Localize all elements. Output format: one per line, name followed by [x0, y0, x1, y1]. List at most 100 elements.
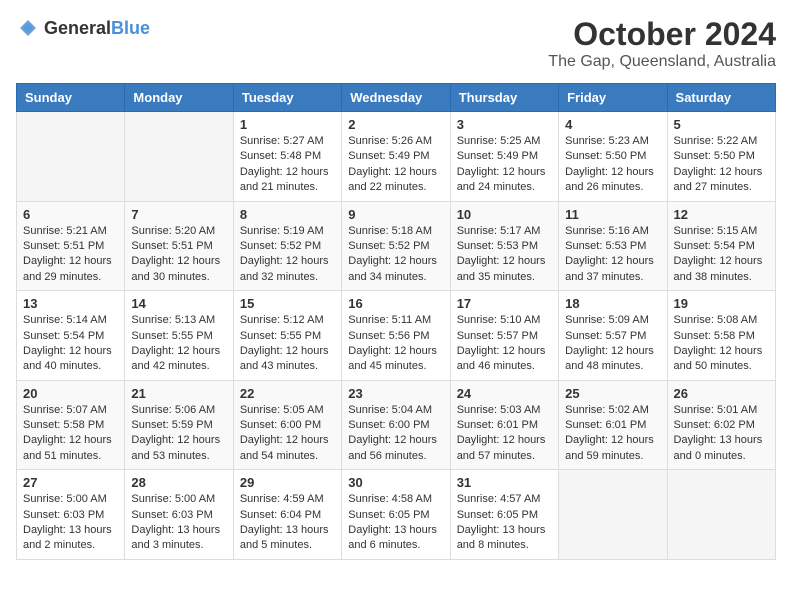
day-info: Sunrise: 5:11 AM Sunset: 5:56 PM Dayligh… — [348, 313, 443, 375]
calendar-cell: 21 Sunrise: 5:06 AM Sunset: 5:59 PM Dayli… — [125, 380, 233, 470]
day-number: 15 — [240, 296, 335, 311]
calendar-cell: 5 Sunrise: 5:22 AM Sunset: 5:50 PM Daylig… — [667, 112, 775, 202]
calendar-cell: 18 Sunrise: 5:09 AM Sunset: 5:57 PM Dayli… — [559, 291, 667, 381]
calendar-cell: 28 Sunrise: 5:00 AM Sunset: 6:03 PM Dayli… — [125, 470, 233, 560]
day-info: Sunrise: 5:27 AM Sunset: 5:48 PM Dayligh… — [240, 134, 335, 196]
calendar-cell: 7Sunrise: 5:20 AM Sunset: 5:51 PM Daylig… — [125, 201, 233, 291]
column-header-thursday: Thursday — [450, 84, 558, 112]
calendar-cell: 13 Sunrise: 5:14 AM Sunset: 5:54 PM Dayli… — [17, 291, 125, 381]
calendar-table: SundayMondayTuesdayWednesdayThursdayFrid… — [16, 83, 776, 560]
calendar-cell: 16 Sunrise: 5:11 AM Sunset: 5:56 PM Dayli… — [342, 291, 450, 381]
calendar-cell: 9 Sunrise: 5:18 AM Sunset: 5:52 PM Daylig… — [342, 201, 450, 291]
location-title: The Gap, Queensland, Australia — [548, 53, 776, 71]
day-number: 20 — [23, 386, 118, 401]
logo-icon — [16, 16, 40, 40]
day-info: Sunrise: 5:03 AM Sunset: 6:01 PM Dayligh… — [457, 403, 552, 465]
day-number: 17 — [457, 296, 552, 311]
day-info: Sunrise: 5:09 AM Sunset: 5:57 PM Dayligh… — [565, 313, 660, 375]
logo: GeneralBlue — [16, 16, 150, 40]
calendar-cell: 12Sunrise: 5:15 AM Sunset: 5:54 PM Dayli… — [667, 201, 775, 291]
calendar-cell: 1 Sunrise: 5:27 AM Sunset: 5:48 PM Daylig… — [233, 112, 341, 202]
title-block: October 2024 The Gap, Queensland, Austra… — [548, 16, 776, 71]
day-number: 4 — [565, 117, 660, 132]
day-info: Sunrise: 5:01 AM Sunset: 6:02 PM Dayligh… — [674, 403, 769, 465]
day-info: Sunrise: 5:10 AM Sunset: 5:57 PM Dayligh… — [457, 313, 552, 375]
calendar-cell: 29 Sunrise: 4:59 AM Sunset: 6:04 PM Dayli… — [233, 470, 341, 560]
day-number: 28 — [131, 475, 226, 490]
day-number: 1 — [240, 117, 335, 132]
day-number: 10 — [457, 207, 552, 222]
day-info: Sunrise: 5:00 AM Sunset: 6:03 PM Dayligh… — [131, 492, 226, 554]
day-number: 16 — [348, 296, 443, 311]
day-info: Sunrise: 5:26 AM Sunset: 5:49 PM Dayligh… — [348, 134, 443, 196]
day-number: 3 — [457, 117, 552, 132]
day-info: Sunrise: 5:02 AM Sunset: 6:01 PM Dayligh… — [565, 403, 660, 465]
day-number: 30 — [348, 475, 443, 490]
day-info: Sunrise: 5:15 AM Sunset: 5:54 PM Dayligh… — [674, 224, 769, 286]
column-header-tuesday: Tuesday — [233, 84, 341, 112]
day-number: 22 — [240, 386, 335, 401]
calendar-cell: 27Sunrise: 5:00 AM Sunset: 6:03 PM Dayli… — [17, 470, 125, 560]
day-number: 6 — [23, 207, 118, 222]
calendar-cell: 17 Sunrise: 5:10 AM Sunset: 5:57 PM Dayli… — [450, 291, 558, 381]
column-header-saturday: Saturday — [667, 84, 775, 112]
day-number: 11 — [565, 207, 660, 222]
day-number: 5 — [674, 117, 769, 132]
day-number: 2 — [348, 117, 443, 132]
day-info: Sunrise: 4:57 AM Sunset: 6:05 PM Dayligh… — [457, 492, 552, 554]
day-info: Sunrise: 5:23 AM Sunset: 5:50 PM Dayligh… — [565, 134, 660, 196]
day-info: Sunrise: 5:07 AM Sunset: 5:58 PM Dayligh… — [23, 403, 118, 465]
column-header-friday: Friday — [559, 84, 667, 112]
day-info: Sunrise: 5:12 AM Sunset: 5:55 PM Dayligh… — [240, 313, 335, 375]
calendar-cell: 6 Sunrise: 5:21 AM Sunset: 5:51 PM Daylig… — [17, 201, 125, 291]
day-number: 23 — [348, 386, 443, 401]
calendar-cell: 30Sunrise: 4:58 AM Sunset: 6:05 PM Dayli… — [342, 470, 450, 560]
day-number: 9 — [348, 207, 443, 222]
calendar-cell: 11 Sunrise: 5:16 AM Sunset: 5:53 PM Dayli… — [559, 201, 667, 291]
calendar-cell: 2 Sunrise: 5:26 AM Sunset: 5:49 PM Daylig… — [342, 112, 450, 202]
day-number: 8 — [240, 207, 335, 222]
day-info: Sunrise: 5:25 AM Sunset: 5:49 PM Dayligh… — [457, 134, 552, 196]
day-info: Sunrise: 5:06 AM Sunset: 5:59 PM Dayligh… — [131, 403, 226, 465]
day-info: Sunrise: 4:59 AM Sunset: 6:04 PM Dayligh… — [240, 492, 335, 554]
calendar-cell: 14 Sunrise: 5:13 AM Sunset: 5:55 PM Dayli… — [125, 291, 233, 381]
day-info: Sunrise: 5:00 AM Sunset: 6:03 PM Dayligh… — [23, 492, 118, 554]
column-header-sunday: Sunday — [17, 84, 125, 112]
column-header-monday: Monday — [125, 84, 233, 112]
day-info: Sunrise: 5:18 AM Sunset: 5:52 PM Dayligh… — [348, 224, 443, 286]
calendar-cell: 25Sunrise: 5:02 AM Sunset: 6:01 PM Dayli… — [559, 380, 667, 470]
calendar-cell: 19 Sunrise: 5:08 AM Sunset: 5:58 PM Dayli… — [667, 291, 775, 381]
calendar-cell: 22 Sunrise: 5:05 AM Sunset: 6:00 PM Dayli… — [233, 380, 341, 470]
day-info: Sunrise: 5:19 AM Sunset: 5:52 PM Dayligh… — [240, 224, 335, 286]
day-number: 24 — [457, 386, 552, 401]
day-number: 14 — [131, 296, 226, 311]
day-number: 19 — [674, 296, 769, 311]
logo-blue: Blue — [111, 18, 150, 38]
calendar-cell — [17, 112, 125, 202]
calendar-cell: 24 Sunrise: 5:03 AM Sunset: 6:01 PM Dayli… — [450, 380, 558, 470]
calendar-cell: 23 Sunrise: 5:04 AM Sunset: 6:00 PM Dayli… — [342, 380, 450, 470]
calendar-cell: 26Sunrise: 5:01 AM Sunset: 6:02 PM Dayli… — [667, 380, 775, 470]
day-info: Sunrise: 5:17 AM Sunset: 5:53 PM Dayligh… — [457, 224, 552, 286]
calendar-cell: 20 Sunrise: 5:07 AM Sunset: 5:58 PM Dayli… — [17, 380, 125, 470]
day-info: Sunrise: 5:13 AM Sunset: 5:55 PM Dayligh… — [131, 313, 226, 375]
calendar-cell: 15 Sunrise: 5:12 AM Sunset: 5:55 PM Dayli… — [233, 291, 341, 381]
day-info: Sunrise: 5:14 AM Sunset: 5:54 PM Dayligh… — [23, 313, 118, 375]
day-number: 29 — [240, 475, 335, 490]
day-info: Sunrise: 5:16 AM Sunset: 5:53 PM Dayligh… — [565, 224, 660, 286]
day-info: Sunrise: 5:08 AM Sunset: 5:58 PM Dayligh… — [674, 313, 769, 375]
day-number: 21 — [131, 386, 226, 401]
day-info: Sunrise: 5:04 AM Sunset: 6:00 PM Dayligh… — [348, 403, 443, 465]
month-title: October 2024 — [548, 16, 776, 53]
column-header-wednesday: Wednesday — [342, 84, 450, 112]
calendar-cell — [667, 470, 775, 560]
day-info: Sunrise: 5:05 AM Sunset: 6:00 PM Dayligh… — [240, 403, 335, 465]
calendar-cell — [559, 470, 667, 560]
calendar-cell: 3 Sunrise: 5:25 AM Sunset: 5:49 PM Daylig… — [450, 112, 558, 202]
day-info: Sunrise: 5:21 AM Sunset: 5:51 PM Dayligh… — [23, 224, 118, 286]
day-number: 18 — [565, 296, 660, 311]
calendar-cell: 4 Sunrise: 5:23 AM Sunset: 5:50 PM Daylig… — [559, 112, 667, 202]
day-info: Sunrise: 5:22 AM Sunset: 5:50 PM Dayligh… — [674, 134, 769, 196]
day-number: 7 — [131, 207, 226, 222]
day-number: 13 — [23, 296, 118, 311]
